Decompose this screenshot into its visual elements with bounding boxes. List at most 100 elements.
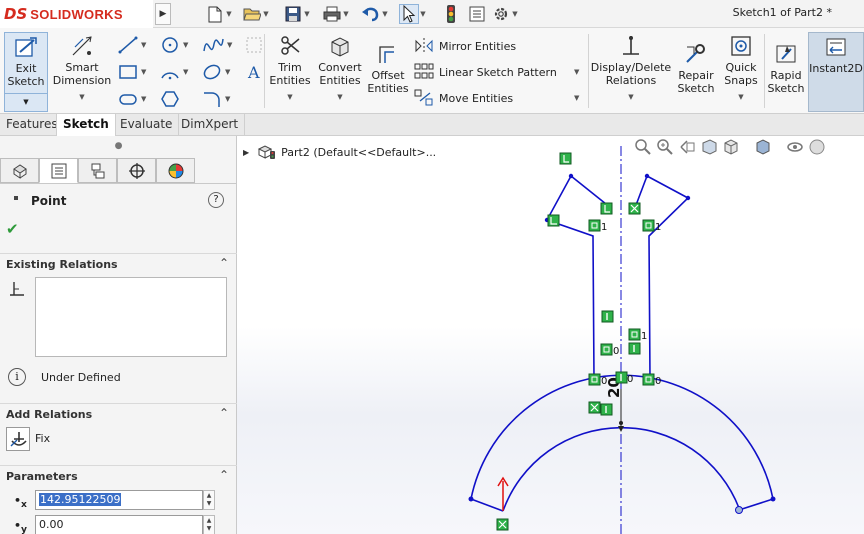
sketch-point[interactable] [568,173,574,179]
fillet-button[interactable]: ▼ [202,88,240,110]
fix-relation-button[interactable] [6,427,30,451]
chevron-down-icon[interactable]: ▼ [574,68,579,76]
undo-button[interactable]: ▼ [361,3,389,25]
sketch-canvas[interactable]: 20 1 1 1 0 0 0 0 [237,136,864,534]
mirror-entities-button[interactable]: Mirror Entities [414,36,516,56]
offset-entities-button[interactable]: Offset Entities [366,40,410,95]
parameters-header[interactable]: Parameters ⌃ [0,465,237,487]
left-arm-outline[interactable] [545,175,595,380]
chevron-down-icon[interactable]: ▼ [227,41,232,49]
polygon-button[interactable] [160,88,198,110]
linear-sketch-pattern-button[interactable]: Linear Sketch Pattern [414,62,557,82]
chevron-up-icon[interactable]: ⌃ [219,256,229,270]
chevron-down-icon[interactable]: ▼ [381,10,389,18]
chevron-down-icon[interactable]: ▼ [183,68,188,76]
spline-button[interactable]: ▼ [202,34,240,56]
new-document-button[interactable]: ▼ [205,3,233,25]
ok-check-icon[interactable]: ✔ [6,220,19,238]
panel-splitter[interactable]: ● [0,136,237,156]
select-button[interactable]: ▼ [399,3,427,25]
sketch-point[interactable] [685,195,691,201]
relation-badges[interactable]: 1 1 1 0 0 0 0 [496,152,661,531]
rectangle-button[interactable]: ▼ [118,61,156,83]
print-button[interactable]: ▼ [322,3,350,25]
selected-sketch-point[interactable] [735,506,743,514]
arc-button[interactable]: ▼ [160,61,198,83]
display-manager-tab[interactable] [156,158,195,183]
save-button[interactable]: ▼ [283,3,311,25]
chevron-down-icon[interactable]: ▼ [183,41,188,49]
open-button[interactable]: ▼ [242,3,270,25]
options-button[interactable]: ▼ [491,3,519,25]
coincident-relation-badge[interactable] [642,219,655,232]
chevron-down-icon[interactable]: ▼ [419,10,427,18]
chevron-down-icon[interactable]: ▼ [511,10,519,18]
right-end-line[interactable] [738,498,774,511]
chevron-down-icon[interactable]: ▼ [574,94,579,102]
tab-evaluate[interactable]: Evaluate [114,114,180,136]
tab-dimxpert[interactable]: DimXpert [175,114,246,136]
circle-button[interactable]: ▼ [160,34,198,56]
repair-sketch-button[interactable]: Repair Sketch [674,40,718,95]
chevron-down-icon[interactable]: ▼ [225,68,230,76]
chevron-down-icon[interactable]: ▼ [225,95,230,103]
coincident-relation-badge[interactable] [588,219,601,232]
fix-label[interactable]: Fix [35,432,50,445]
coincident-relation-badge[interactable] [628,328,641,341]
add-relations-header[interactable]: Add Relations ⌃ [0,403,237,425]
x-coordinate-input[interactable]: 142.95122509 [35,490,203,510]
sketch-point[interactable] [644,173,650,179]
smart-dimension-button[interactable]: Smart Dimension ▼ [52,32,112,104]
chevron-down-icon[interactable]: ▼ [628,91,633,104]
sketch-point[interactable] [770,496,776,502]
exit-sketch-button[interactable]: Exit Sketch ▼ [4,32,48,112]
expand-menu-button[interactable]: ▶ [155,3,171,25]
ellipse-button[interactable]: ▼ [202,61,240,83]
coincident-relation-badge[interactable] [588,373,601,386]
convert-entities-button[interactable]: Convert Entities ▼ [314,32,366,104]
chevron-down-icon[interactable]: ▼ [141,95,146,103]
move-entities-button[interactable]: Move Entities [414,88,513,108]
sketch-point[interactable] [468,496,474,502]
chevron-down-icon[interactable]: ▼ [738,91,743,104]
graphics-area[interactable]: ▶ Part2 (Default<<Default>... 20 1 1 1 0… [237,136,864,534]
x-spinner[interactable]: ▲ ▼ [203,490,215,510]
chevron-down-icon[interactable]: ▼ [141,68,146,76]
chevron-down-icon[interactable]: ▼ [337,91,342,104]
tab-features[interactable]: Features [0,114,65,136]
dimxpert-manager-tab[interactable] [117,158,156,183]
rebuild-button[interactable] [441,3,461,25]
quick-snaps-button[interactable]: Quick Snaps ▼ [720,32,762,104]
rapid-sketch-button[interactable]: Rapid Sketch [765,40,807,95]
slot-button[interactable]: ▼ [118,88,156,110]
chevron-down-icon[interactable]: ▼ [262,10,270,18]
y-coordinate-input[interactable]: 0.00 [35,515,203,534]
chevron-up-icon[interactable]: ⌃ [219,406,229,420]
configuration-manager-tab[interactable] [78,158,117,183]
instant2d-button[interactable]: Instant2D [808,32,864,112]
property-manager-tab[interactable] [39,158,78,183]
chevron-down-icon[interactable]: ▼ [287,91,292,104]
line-button[interactable]: ▼ [118,34,156,56]
file-properties-button[interactable] [467,3,487,25]
trim-entities-button[interactable]: Trim Entities ▼ [266,32,314,104]
existing-relations-header[interactable]: Existing Relations ⌃ [0,253,237,275]
feature-manager-tab[interactable] [0,158,39,183]
chevron-down-icon[interactable]: ▼ [79,91,84,104]
y-spinner[interactable]: ▲ ▼ [203,515,215,534]
solidworks-logo[interactable]: DS SOLIDWORKS [0,0,153,28]
coincident-relation-badge[interactable] [600,343,613,356]
tab-sketch[interactable]: Sketch [56,114,116,137]
chevron-down-icon[interactable]: ▼ [342,10,350,18]
display-delete-relations-button[interactable]: Display/Delete Relations ▼ [591,32,671,104]
existing-relations-list[interactable] [35,277,227,357]
left-end-line[interactable] [470,498,504,512]
chevron-down-icon[interactable]: ▼ [303,10,311,18]
chevron-down-icon[interactable]: ▼ [5,93,47,111]
right-arm-outline[interactable] [646,175,690,380]
coincident-relation-badge[interactable] [642,373,655,386]
help-icon[interactable]: ? [208,192,224,208]
chevron-up-icon[interactable]: ⌃ [219,468,229,482]
chevron-down-icon[interactable]: ▼ [141,41,146,49]
chevron-down-icon[interactable]: ▼ [225,10,233,18]
